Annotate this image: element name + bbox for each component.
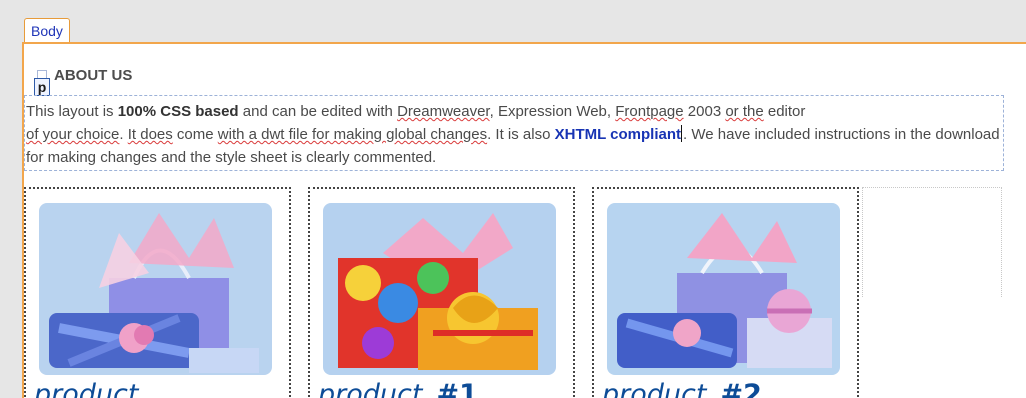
paragraph-text: come bbox=[172, 126, 218, 143]
product-label[interactable]: product #1 bbox=[318, 379, 478, 398]
spell-error: or the bbox=[725, 103, 764, 120]
gift-image bbox=[39, 203, 272, 375]
paragraph-text: and can be edited with bbox=[238, 103, 398, 120]
product-label[interactable]: product #2 bbox=[602, 379, 762, 398]
bold-text: 100% CSS based bbox=[117, 103, 239, 120]
product-name: product bbox=[602, 379, 707, 398]
xhtml-compliant-link[interactable]: XHTML compliant bbox=[555, 126, 681, 143]
text-cursor bbox=[681, 125, 683, 142]
design-view-canvas[interactable]: p ABOUT US This layout is 100% CSS based… bbox=[22, 42, 1026, 398]
gift-image bbox=[323, 203, 556, 375]
product-name: product bbox=[318, 379, 423, 398]
paragraph-text: . It is also bbox=[487, 126, 555, 143]
product-label[interactable]: product bbox=[34, 379, 152, 398]
spell-error: Frontpage bbox=[615, 103, 684, 120]
spell-error: It does bbox=[127, 126, 173, 143]
paragraph[interactable]: This layout is 100% CSS based and can be… bbox=[26, 100, 1006, 169]
paragraph-text: , Expression Web, bbox=[489, 103, 616, 120]
body-tab[interactable]: Body bbox=[24, 18, 70, 42]
paragraph-text: This layout is bbox=[26, 103, 118, 120]
gift-image bbox=[607, 203, 840, 375]
spell-error: with a dwt file for making global change… bbox=[217, 126, 488, 143]
empty-product-slot[interactable] bbox=[862, 187, 1002, 297]
product-card[interactable]: product #2 bbox=[592, 187, 859, 398]
paragraph-text: editor bbox=[763, 103, 806, 120]
product-number: #2 bbox=[720, 379, 762, 398]
paragraph-tag-badge[interactable]: p bbox=[34, 78, 50, 96]
product-number: #1 bbox=[436, 379, 478, 398]
product-name: product bbox=[34, 379, 139, 398]
section-heading[interactable]: ABOUT US bbox=[54, 67, 132, 84]
product-card[interactable]: product bbox=[24, 187, 291, 398]
paragraph-text: 2003 bbox=[683, 103, 726, 120]
spell-error: Dreamweaver bbox=[397, 103, 490, 120]
paragraph-text: . bbox=[119, 126, 128, 143]
product-card[interactable]: product #1 bbox=[308, 187, 575, 398]
spell-error: of your choice bbox=[26, 126, 120, 143]
